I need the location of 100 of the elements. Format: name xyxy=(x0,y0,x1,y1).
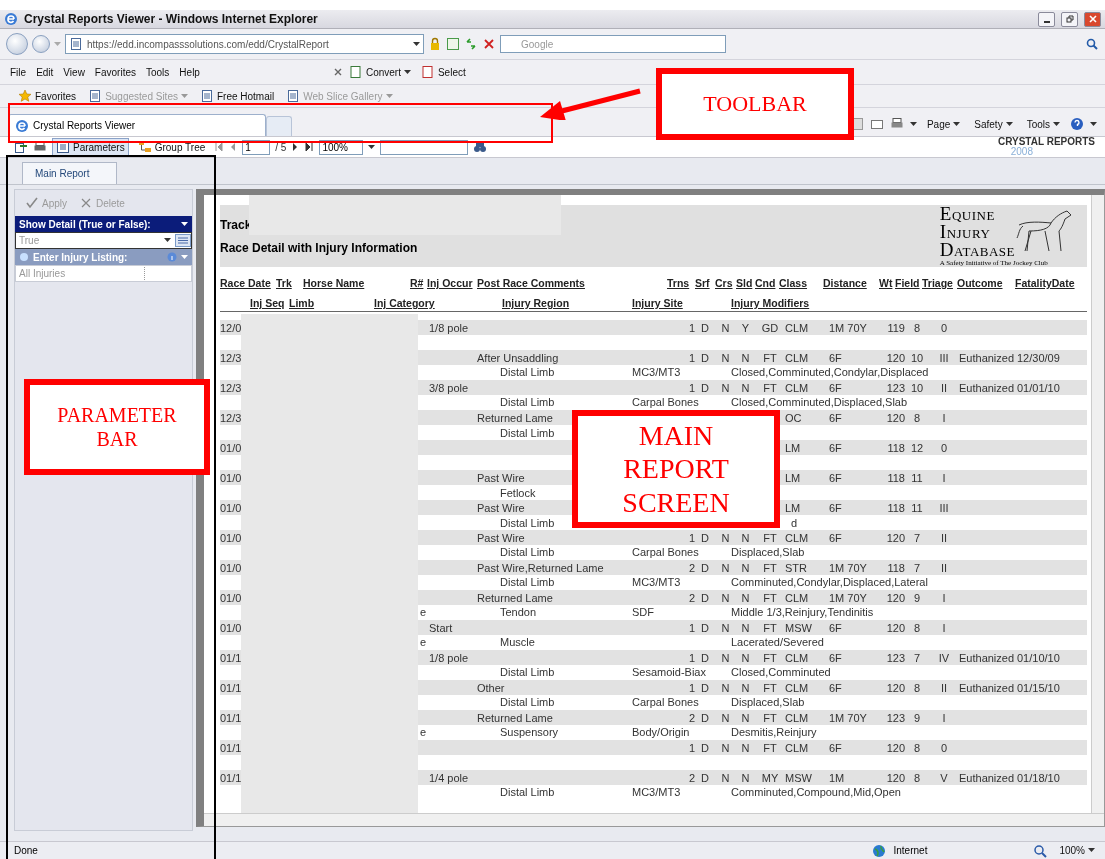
column-header[interactable]: FatalityDate xyxy=(1015,277,1085,291)
table-cell-text: D xyxy=(700,561,710,574)
table-cell-text: 118 xyxy=(886,501,905,514)
column-header[interactable]: Inj Category xyxy=(374,297,502,311)
table-cell-text: MSW xyxy=(785,621,813,634)
table-cell-text: 10 xyxy=(909,351,925,364)
column-header[interactable]: Field xyxy=(895,277,922,291)
list-icon xyxy=(56,140,70,154)
table-cell-text: N xyxy=(740,621,751,634)
horizontal-scrollbar[interactable] xyxy=(204,813,1104,826)
table-cell-text: 123 xyxy=(885,381,905,394)
table-cell-text: Euthanized xyxy=(959,381,1016,394)
column-header[interactable]: Injury Modifiers xyxy=(731,297,851,311)
column-header[interactable]: Sld xyxy=(736,277,755,291)
parameter-header[interactable]: Show Detail (True or False): xyxy=(15,216,192,232)
forward-button[interactable] xyxy=(32,35,50,53)
browser-tab[interactable]: Crystal Reports Viewer xyxy=(8,114,266,136)
column-header[interactable]: Outcome xyxy=(957,277,1015,291)
table-cell-text: 6F xyxy=(829,681,843,694)
table-cell-text: 6F xyxy=(829,501,843,514)
column-header[interactable]: Class xyxy=(779,277,823,291)
column-header[interactable]: R# xyxy=(410,277,427,291)
new-tab-button[interactable] xyxy=(266,116,292,136)
table-cell-text: N xyxy=(740,351,751,364)
column-header[interactable]: Injury Site xyxy=(632,297,731,311)
table-cell-text: I xyxy=(941,471,947,484)
search-field[interactable]: Google xyxy=(500,35,726,53)
table-cell-text: 6F xyxy=(829,471,843,484)
menu-item[interactable]: View xyxy=(59,66,89,78)
column-header[interactable]: Post Race Comments xyxy=(477,277,667,291)
table-cell-text: Past Wire xyxy=(477,531,526,544)
column-header[interactable]: Injury Region xyxy=(502,297,632,311)
restore-button[interactable] xyxy=(1061,11,1078,27)
column-header[interactable]: Distance xyxy=(823,277,879,291)
annotation-label: TOOLBAR xyxy=(656,68,854,140)
table-cell-text: Closed,Comminuted,Displaced,Slab xyxy=(731,395,909,408)
address-field[interactable]: https://edd.incompasssolutions.com/edd/CrystalReport xyxy=(65,34,424,54)
table-cell-text: Suspensory xyxy=(500,725,560,738)
toolbar-button[interactable]: Select xyxy=(416,63,470,81)
command-button[interactable]: Tools xyxy=(1022,116,1064,132)
back-button[interactable] xyxy=(6,33,28,55)
report-tab[interactable]: Main Report xyxy=(22,162,117,184)
caret-icon xyxy=(953,121,961,127)
menu-item[interactable]: File xyxy=(6,66,31,78)
table-cell-text: N xyxy=(740,531,751,544)
table-cell-text: 6F xyxy=(829,351,843,364)
table-cell-text: MC3/MT3 xyxy=(632,575,682,588)
table-cell-text: D xyxy=(700,681,710,694)
restore-icon xyxy=(1065,15,1074,23)
close-button[interactable] xyxy=(1084,11,1101,27)
viewer-toolbar-button[interactable]: Group Tree xyxy=(133,138,210,156)
column-header[interactable]: Horse Name xyxy=(303,277,410,291)
last-page-icon xyxy=(304,140,315,154)
menu-item[interactable]: Edit xyxy=(32,66,58,78)
column-header[interactable]: Cnd xyxy=(755,277,779,291)
toolbar-button[interactable]: Convert xyxy=(344,63,415,81)
column-header[interactable]: Race Date xyxy=(220,277,276,291)
page-icon xyxy=(199,89,214,103)
command-button[interactable]: Page xyxy=(922,116,965,132)
caret-icon xyxy=(909,121,917,127)
table-cell-text: FT xyxy=(762,711,778,724)
column-header[interactable]: Crs xyxy=(715,277,736,291)
table-cell-text: MC3/MT3 xyxy=(632,785,682,798)
table-cell-text: Lacerated/Severed xyxy=(731,635,825,648)
column-header[interactable]: Inj Occur xyxy=(427,277,477,291)
zoom-button[interactable]: 100% xyxy=(1055,843,1099,858)
column-header[interactable]: Trk xyxy=(276,277,303,291)
table-cell-text: II xyxy=(939,531,949,544)
table-cell-text: 12/3 xyxy=(220,411,243,424)
column-header[interactable]: Limb xyxy=(289,297,374,311)
column-header[interactable]: Srf xyxy=(695,277,715,291)
menu-item[interactable]: Tools xyxy=(142,66,174,78)
minimize-button[interactable] xyxy=(1038,11,1055,27)
table-cell-text: N xyxy=(720,321,731,334)
table-cell-text: 2 xyxy=(687,591,695,604)
table-cell-text: 6F xyxy=(829,411,843,424)
column-header[interactable]: Inj Seq xyxy=(250,297,289,311)
close-icon xyxy=(1088,15,1097,23)
table-cell-text: Tendon xyxy=(500,605,538,618)
table-cell-text: 120 xyxy=(885,351,905,364)
table-cell-text: IV xyxy=(937,651,951,664)
caret-icon xyxy=(368,144,376,150)
column-header[interactable]: Triage xyxy=(922,277,957,291)
column-header[interactable]: Trns xyxy=(667,277,695,291)
menu-item[interactable]: Favorites xyxy=(90,66,140,78)
table-cell-text: FT xyxy=(762,681,778,694)
menu-item[interactable]: Help xyxy=(175,66,204,78)
table-cell-text: Past Wire xyxy=(477,471,526,484)
caret-icon xyxy=(1088,848,1095,853)
favorites-item[interactable]: Favorites xyxy=(14,87,81,105)
table-cell-text: d xyxy=(791,516,799,529)
table-cell-text: 8 xyxy=(912,741,922,754)
table-cell-text: 120 xyxy=(885,591,905,604)
mail-icon xyxy=(869,117,884,131)
close-icon xyxy=(332,67,343,77)
command-button[interactable]: Safety xyxy=(970,116,1017,132)
vertical-scrollbar[interactable] xyxy=(1091,195,1104,813)
column-header[interactable]: Wt xyxy=(879,277,895,291)
favorites-item[interactable]: Free Hotmail xyxy=(195,87,279,105)
table-cell-text: 8 xyxy=(912,321,922,334)
